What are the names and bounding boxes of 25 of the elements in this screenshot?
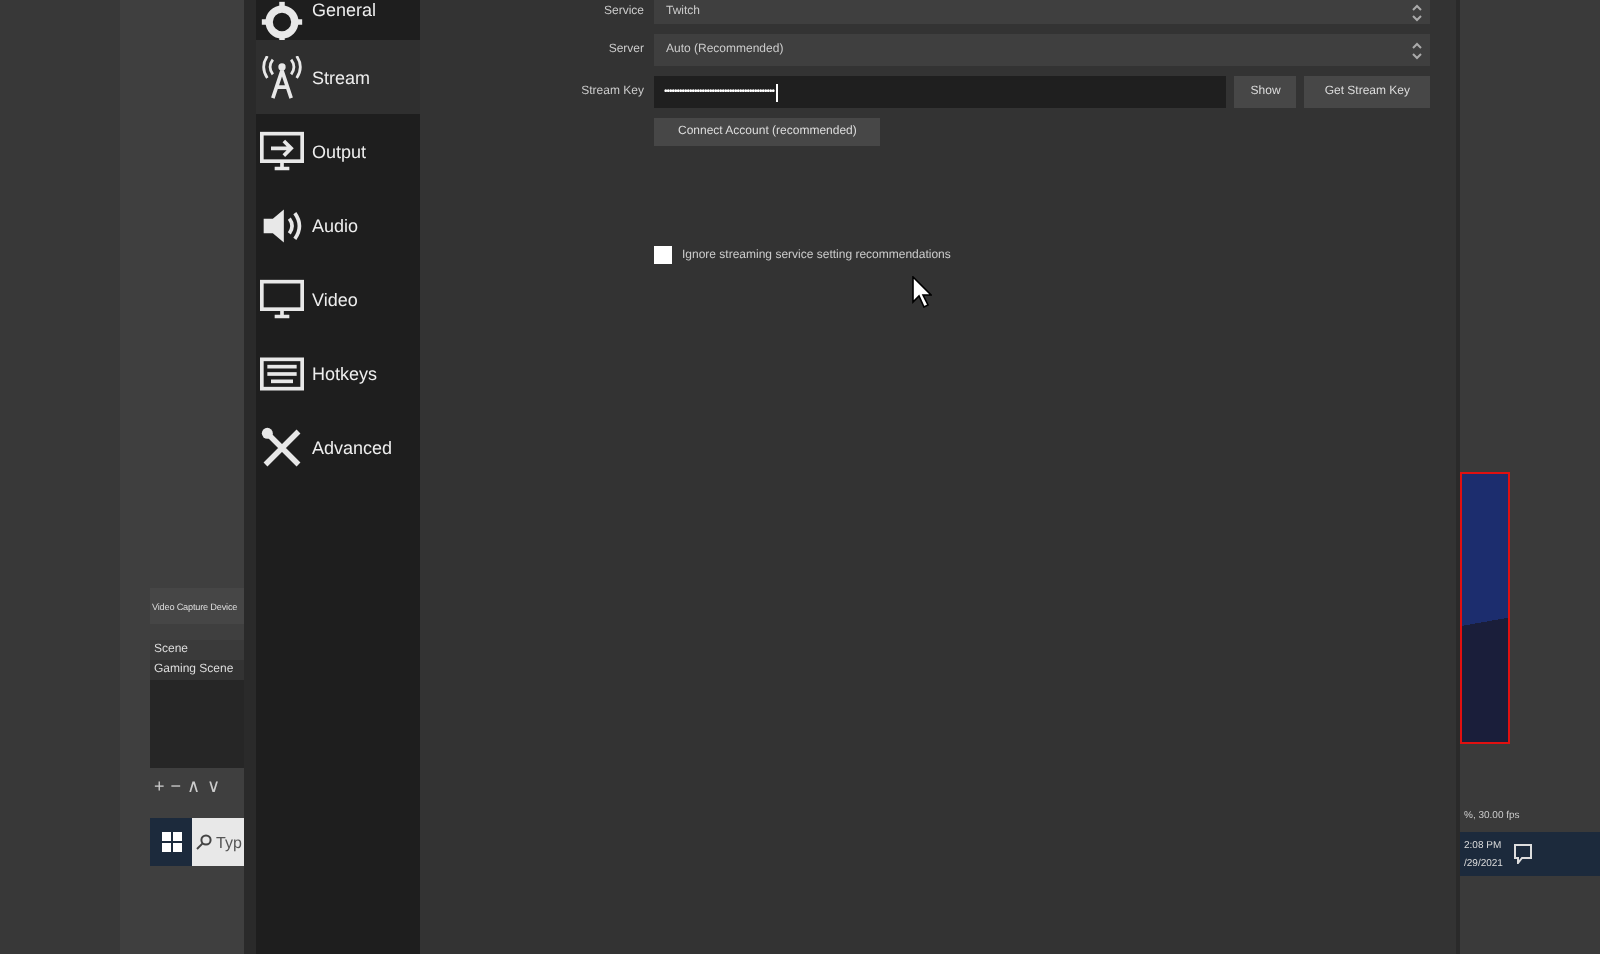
sidebar-item[interactable]: Stream: [256, 40, 420, 114]
windows-icon: [161, 832, 181, 852]
monitor-arrow-icon: [260, 129, 304, 173]
scene-control-button[interactable]: ∧: [187, 776, 202, 796]
tools-icon: [260, 425, 304, 469]
spinner-icon: [1412, 41, 1422, 59]
notification-icon[interactable]: [1514, 844, 1533, 864]
scene-control-button[interactable]: −: [170, 776, 182, 796]
taskbar-search-field[interactable]: Typ: [192, 818, 244, 866]
mouse-cursor-icon: [912, 276, 932, 308]
sidebar-item[interactable]: General: [256, 0, 420, 40]
sidebar-item[interactable]: Video: [256, 262, 420, 336]
sidebar-item[interactable]: Output: [256, 114, 420, 188]
search-icon: [196, 834, 212, 850]
gear-icon: [260, 0, 304, 44]
sidebar-item[interactable]: Audio: [256, 188, 420, 262]
monitor-icon: [260, 277, 304, 321]
start-button[interactable]: [150, 818, 192, 866]
sidebar-item[interactable]: Hotkeys: [256, 336, 420, 410]
scene-control-button[interactable]: +: [154, 776, 165, 796]
antenna-icon: [260, 55, 304, 99]
spinner-icon: [1412, 3, 1422, 21]
scene-control-button[interactable]: ∨: [207, 776, 222, 796]
checkbox[interactable]: [654, 246, 672, 264]
sidebar-item[interactable]: Advanced: [256, 410, 420, 484]
